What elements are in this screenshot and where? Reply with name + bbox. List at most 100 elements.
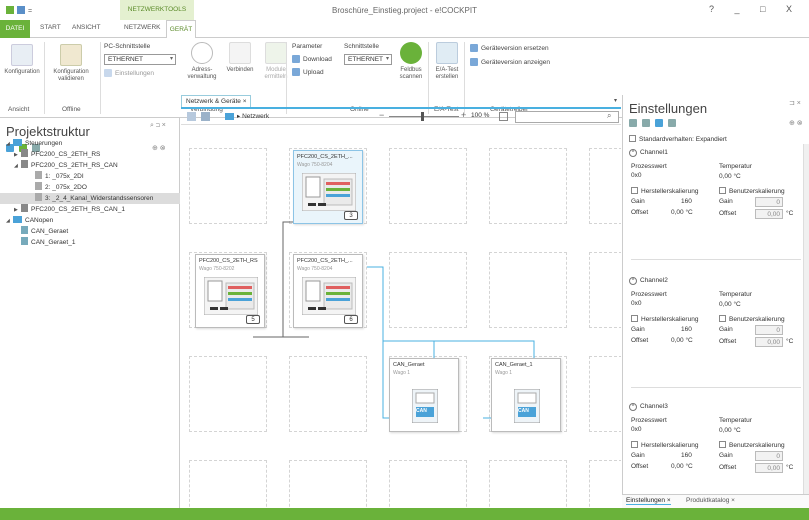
herstellerskalierung-checkbox[interactable]: Herstellerskalierung	[631, 187, 698, 195]
gain-label: Gain	[631, 326, 645, 333]
schnittstelle-select[interactable]: ETHERNET ▾	[344, 54, 392, 65]
tree-item[interactable]: CAN_Geraet	[0, 226, 180, 237]
zoom-in-button[interactable]: +	[461, 110, 466, 120]
zoom-slider-thumb[interactable]	[421, 112, 424, 121]
pc-schnittstelle-select[interactable]: ETHERNET ▾	[104, 54, 176, 65]
zoom-slider[interactable]	[389, 116, 459, 117]
gain-label: Gain	[631, 198, 645, 205]
view-icon[interactable]	[654, 119, 663, 127]
node-number-badge: 3	[344, 211, 358, 220]
temperatur-value: 0,00 °C	[719, 301, 741, 308]
search-input[interactable]	[515, 111, 619, 123]
tab-datei[interactable]: DATEI	[0, 20, 30, 38]
herstellerskalierung-checkbox[interactable]: Herstellerskalierung	[631, 315, 698, 323]
can-device-node[interactable]: CAN_Geraet_1 Wago 1 CAN	[491, 358, 561, 432]
adress-verwaltung-button[interactable]: Adress-verwaltung	[182, 42, 222, 81]
tab-dropdown-icon[interactable]: ▾	[614, 97, 617, 104]
minimize-button[interactable]: _	[735, 4, 749, 14]
tree-item[interactable]: 3: _2_4_Kanal_Widerstandssensoren	[0, 193, 180, 204]
herstellerskalierung-checkbox[interactable]: Herstellerskalierung	[631, 441, 698, 449]
device-node[interactable]: PFC200_CS_2ETH_... Wago 750-8204 3	[293, 150, 363, 224]
settings-scrollbar[interactable]	[803, 144, 809, 494]
tree-item[interactable]: ▶ PFC200_CS_2ETH_RS	[0, 149, 180, 160]
benutzerskalierung-checkbox[interactable]: Benutzerskalierung	[719, 441, 785, 449]
offset-user-input[interactable]: 0,00	[755, 209, 783, 219]
panel-controls[interactable]: ⊐ ×	[789, 99, 801, 107]
view-icon[interactable]	[667, 119, 676, 127]
konfiguration-button[interactable]: Konfiguration	[2, 44, 42, 76]
module-icon	[35, 171, 42, 179]
zoom-out-button[interactable]: −	[379, 110, 384, 120]
verbinden-button[interactable]: Verbinden	[222, 42, 258, 74]
breadcrumb[interactable]: ▸ Netzwerk	[237, 112, 269, 120]
prozesswert-label: Prozesswert	[631, 291, 667, 298]
show-version-icon	[470, 58, 478, 67]
standard-behavior-checkbox[interactable]: Standardverhalten: Expandiert	[629, 135, 727, 143]
upload-button[interactable]: Upload	[292, 68, 324, 78]
can-device-icon	[21, 226, 28, 234]
offset-unit: °C	[786, 210, 794, 217]
konfiguration-validieren-button[interactable]: Konfiguration validieren	[48, 44, 94, 83]
help-button[interactable]: ?	[709, 4, 723, 14]
grid-icon[interactable]	[201, 112, 210, 121]
view-icon[interactable]	[641, 119, 650, 127]
can-device-icon	[21, 237, 28, 245]
channel-header[interactable]: ^ Channel1	[629, 149, 668, 157]
feldbus-scannen-button[interactable]: Feldbus scannen	[394, 42, 428, 81]
chevron-up-icon: ^	[629, 149, 637, 157]
device-node[interactable]: PFC200_CS_2ETH_RS Wago 750-8202 5	[195, 254, 265, 328]
close-icon[interactable]: ×	[243, 98, 247, 105]
panel-filter-icons[interactable]: ⊕ ⊗	[789, 119, 803, 127]
tree-item[interactable]: 1: _075x_2DI	[0, 171, 180, 182]
tab-netzwerk-geraete[interactable]: Netzwerk & Geräte ×	[181, 95, 251, 107]
gain-user-input[interactable]: 0	[755, 451, 783, 461]
offset-user-input[interactable]: 0,00	[755, 337, 783, 347]
schnittstelle-label: Schnittstelle	[344, 43, 380, 50]
tree-item[interactable]: ◢ PFC200_CS_2ETH_RS_CAN	[0, 160, 180, 171]
tab-ansicht[interactable]: ANSICHT	[72, 24, 101, 31]
ea-test-erstellen-button[interactable]: E/A-Test erstellen	[430, 42, 464, 81]
panel-controls[interactable]: ⌕ ⊐ ×	[150, 122, 166, 130]
can-device-node[interactable]: CAN_Geraet Wago 1 CAN	[389, 358, 459, 432]
einstellungen-button[interactable]: Einstellungen	[104, 69, 154, 79]
validate-icon	[60, 44, 82, 66]
tree-item[interactable]: 2: _075x_2DO	[0, 182, 180, 193]
module-ermitteln-button[interactable]: Module ermitteln	[260, 42, 292, 81]
view-icon[interactable]	[629, 119, 637, 127]
close-button[interactable]: X	[786, 4, 801, 14]
tab-einstellungen[interactable]: Einstellungen ×	[626, 497, 671, 505]
prozesswert-value: 0x0	[631, 300, 642, 307]
tree-item[interactable]: ▶ PFC200_CS_2ETH_RS_CAN_1	[0, 204, 180, 215]
offset-user-label: Offset	[719, 338, 737, 345]
tab-netzwerk[interactable]: NETZWERK	[124, 24, 160, 31]
download-button[interactable]: Download	[292, 55, 332, 65]
geraeteversion-ersetzen-button[interactable]: Geräteversion ersetzen	[470, 44, 549, 54]
module-icon	[35, 193, 42, 201]
gain-user-input[interactable]: 0	[755, 325, 783, 335]
maximize-button[interactable]: □	[760, 4, 774, 14]
tree-item[interactable]: CAN_Geraet_1	[0, 237, 180, 248]
device-node[interactable]: PFC200_CS_2ETH_... Wago 750-8204 6	[293, 254, 363, 328]
tree-item[interactable]: ◢ CANopen	[0, 215, 180, 226]
gain-user-input[interactable]: 0	[755, 197, 783, 207]
group-offline: Offline	[62, 106, 81, 113]
tab-produktkatalog[interactable]: Produktkatalog ×	[686, 497, 735, 504]
benutzerskalierung-checkbox[interactable]: Benutzerskalierung	[719, 315, 785, 323]
fit-icon[interactable]	[499, 112, 508, 121]
tree-item-label: Steuerungen	[25, 140, 63, 147]
benutzerskalierung-checkbox[interactable]: Benutzerskalierung	[719, 187, 785, 195]
tree-item[interactable]: ◢ Steuerungen	[0, 138, 180, 149]
layout-icon[interactable]	[187, 112, 196, 121]
geraeteversion-anzeigen-button[interactable]: Geräteversion anzeigen	[470, 58, 550, 68]
channel-header[interactable]: ^ Channel2	[629, 277, 668, 285]
temperatur-label: Temperatur	[719, 163, 752, 170]
channel-header[interactable]: ^ Channel3	[629, 403, 668, 411]
search-icon[interactable]: ⌕	[607, 111, 611, 121]
network-canvas[interactable]: PFC200_CS_2ETH_... Wago 750-8204 3 PFC20…	[181, 126, 621, 507]
tab-geraet[interactable]: GERÄT	[166, 20, 196, 39]
tab-start[interactable]: START	[40, 24, 61, 31]
offset-user-input[interactable]: 0,00	[755, 463, 783, 473]
temperatur-label: Temperatur	[719, 417, 752, 424]
offset-label: Offset	[631, 337, 649, 344]
temperatur-value: 0,00 °C	[719, 427, 741, 434]
